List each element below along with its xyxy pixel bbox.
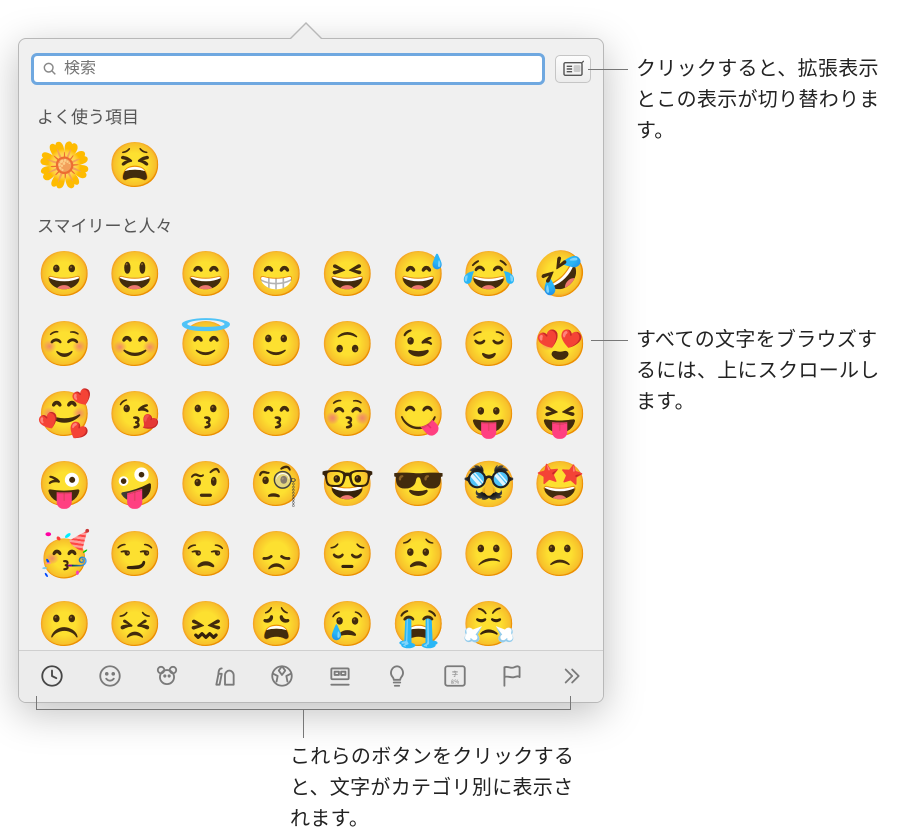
emoji-smiley-11[interactable]: 🙂 xyxy=(249,317,304,373)
emoji-smiley-34[interactable]: 😒 xyxy=(179,527,234,583)
expand-button[interactable] xyxy=(555,55,591,83)
emoji-smiley-32[interactable]: 🥳 xyxy=(37,527,92,583)
emoji-smiley-4[interactable]: 😆 xyxy=(320,247,375,303)
svg-text:字: 字 xyxy=(452,669,459,678)
emoji-smiley-27[interactable]: 🧐 xyxy=(249,457,304,513)
emoji-smiley-18[interactable]: 😗 xyxy=(179,387,234,443)
emoji-smiley-12[interactable]: 🙃 xyxy=(320,317,375,373)
smileys-grid: 😀 😃 😄 😁 😆 😅 😂 🤣 ☺️ 😊 😇 🙂 🙃 😉 😌 😍 🥰 😘 😗 😙 😚 😋 😛 😝 😜 🤪 🤨 🧐 🤓 😎 🥸 🤩 🥳 😏 😒 😞 😔 😟 😕… xyxy=(37,247,585,650)
search-field-wrapper xyxy=(31,53,545,85)
emoji-smiley-31[interactable]: 🤩 xyxy=(533,457,588,513)
emoji-smiley-29[interactable]: 😎 xyxy=(391,457,446,513)
emoji-smiley-0[interactable]: 😀 xyxy=(37,247,92,303)
emoji-smiley-33[interactable]: 😏 xyxy=(108,527,163,583)
emoji-smiley-25[interactable]: 🤪 xyxy=(108,457,163,513)
activity-icon xyxy=(269,663,295,692)
emoji-smiley-46[interactable]: 😤 xyxy=(462,597,517,650)
emoji-smiley-23[interactable]: 😝 xyxy=(533,387,588,443)
emoji-smiley-17[interactable]: 😘 xyxy=(108,387,163,443)
callout-line-expand xyxy=(588,69,628,70)
category-food-button[interactable] xyxy=(206,661,244,694)
emoji-smiley-1[interactable]: 😃 xyxy=(108,247,163,303)
emoji-smiley-7[interactable]: 🤣 xyxy=(533,247,588,303)
emoji-smiley-22[interactable]: 😛 xyxy=(462,387,517,443)
recent-icon xyxy=(39,663,65,692)
search-bar xyxy=(19,39,603,95)
emoji-smiley-28[interactable]: 🤓 xyxy=(320,457,375,513)
category-bracket xyxy=(36,696,571,710)
category-flags-button[interactable] xyxy=(493,661,531,694)
category-activity-button[interactable] xyxy=(263,661,301,694)
annotation-expand: クリックすると、拡張表示とこの表示が切り替わります。 xyxy=(636,54,896,147)
emoji-smiley-9[interactable]: 😊 xyxy=(108,317,163,373)
category-more-button[interactable] xyxy=(551,661,589,694)
callout-line-scroll xyxy=(591,340,628,341)
emoji-smiley-35[interactable]: 😞 xyxy=(249,527,304,583)
emoji-smiley-45[interactable]: 😭 xyxy=(391,597,446,650)
emoji-smiley-3[interactable]: 😁 xyxy=(249,247,304,303)
emoji-smiley-19[interactable]: 😙 xyxy=(249,387,304,443)
emoji-smiley-24[interactable]: 😜 xyxy=(37,457,92,513)
annotation-categories: これらのボタンをクリックすると、文字がカテゴリ別に表示されます。 xyxy=(290,742,580,835)
emoji-smiley-6[interactable]: 😂 xyxy=(462,247,517,303)
frequent-grid: 🌼😫 xyxy=(37,138,585,204)
category-travel-button[interactable] xyxy=(321,661,359,694)
annotation-scroll: すべての文字をブラウズするには、上にスクロールします。 xyxy=(636,325,896,418)
emoji-smiley-8[interactable]: ☺️ xyxy=(37,317,92,373)
animals-icon xyxy=(154,663,180,692)
category-recent-button[interactable] xyxy=(33,661,71,694)
emoji-smiley-43[interactable]: 😩 xyxy=(249,597,304,650)
emoji-smiley-30[interactable]: 🥸 xyxy=(462,457,517,513)
emoji-smiley-10[interactable]: 😇 xyxy=(179,317,234,373)
emoji-content: よく使う項目 🌼😫 スマイリーと人々 😀😃😄😁😆😅😂🤣☺️😊😇🙂🙃😉😌😍🥰😘😗😙… xyxy=(19,95,603,650)
emoji-smiley-14[interactable]: 😌 xyxy=(462,317,517,373)
category-bar: 字 &% xyxy=(19,650,603,702)
emoji-smiley-5[interactable]: 😅 xyxy=(391,247,446,303)
category-objects-button[interactable] xyxy=(378,661,416,694)
emoji-smiley-41[interactable]: 😣 xyxy=(108,597,163,650)
objects-icon xyxy=(384,663,410,692)
section-header-frequent: よく使う項目 xyxy=(37,103,585,128)
emoji-smiley-21[interactable]: 😋 xyxy=(391,387,446,443)
emoji-smiley-39[interactable]: 🙁 xyxy=(533,527,588,583)
category-smileys-button[interactable] xyxy=(91,661,129,694)
emoji-smiley-26[interactable]: 🤨 xyxy=(179,457,234,513)
smileys-icon xyxy=(97,663,123,692)
flags-icon xyxy=(499,663,525,692)
emoji-smiley-42[interactable]: 😖 xyxy=(179,597,234,650)
food-icon xyxy=(212,663,238,692)
emoji-popover: よく使う項目 🌼😫 スマイリーと人々 😀😃😄😁😆😅😂🤣☺️😊😇🙂🙃😉😌😍🥰😘😗😙… xyxy=(18,38,604,703)
emoji-smiley-15[interactable]: 😍 xyxy=(533,317,588,373)
emoji-smiley-20[interactable]: 😚 xyxy=(320,387,375,443)
emoji-smiley-38[interactable]: 😕 xyxy=(462,527,517,583)
emoji-frequent-1[interactable]: 😫 xyxy=(108,138,163,194)
section-header-smileys: スマイリーと人々 xyxy=(37,212,585,237)
emoji-smiley-44[interactable]: 😢 xyxy=(320,597,375,650)
search-icon xyxy=(42,61,58,77)
emoji-smiley-40[interactable]: ☹️ xyxy=(37,597,92,650)
emoji-smiley-36[interactable]: 😔 xyxy=(320,527,375,583)
travel-icon xyxy=(327,663,353,692)
emoji-smiley-2[interactable]: 😄 xyxy=(179,247,234,303)
emoji-frequent-0[interactable]: 🌼 xyxy=(37,138,92,194)
emoji-smiley-37[interactable]: 😟 xyxy=(391,527,446,583)
category-symbols-button[interactable]: 字 &% xyxy=(436,661,474,694)
emoji-smiley-16[interactable]: 🥰 xyxy=(37,387,92,443)
search-input[interactable] xyxy=(64,60,534,78)
symbols-icon: 字 &% xyxy=(442,663,468,692)
svg-text:&%: &% xyxy=(451,680,460,686)
more-icon xyxy=(557,663,583,692)
emoji-smiley-13[interactable]: 😉 xyxy=(391,317,446,373)
category-animals-button[interactable] xyxy=(148,661,186,694)
